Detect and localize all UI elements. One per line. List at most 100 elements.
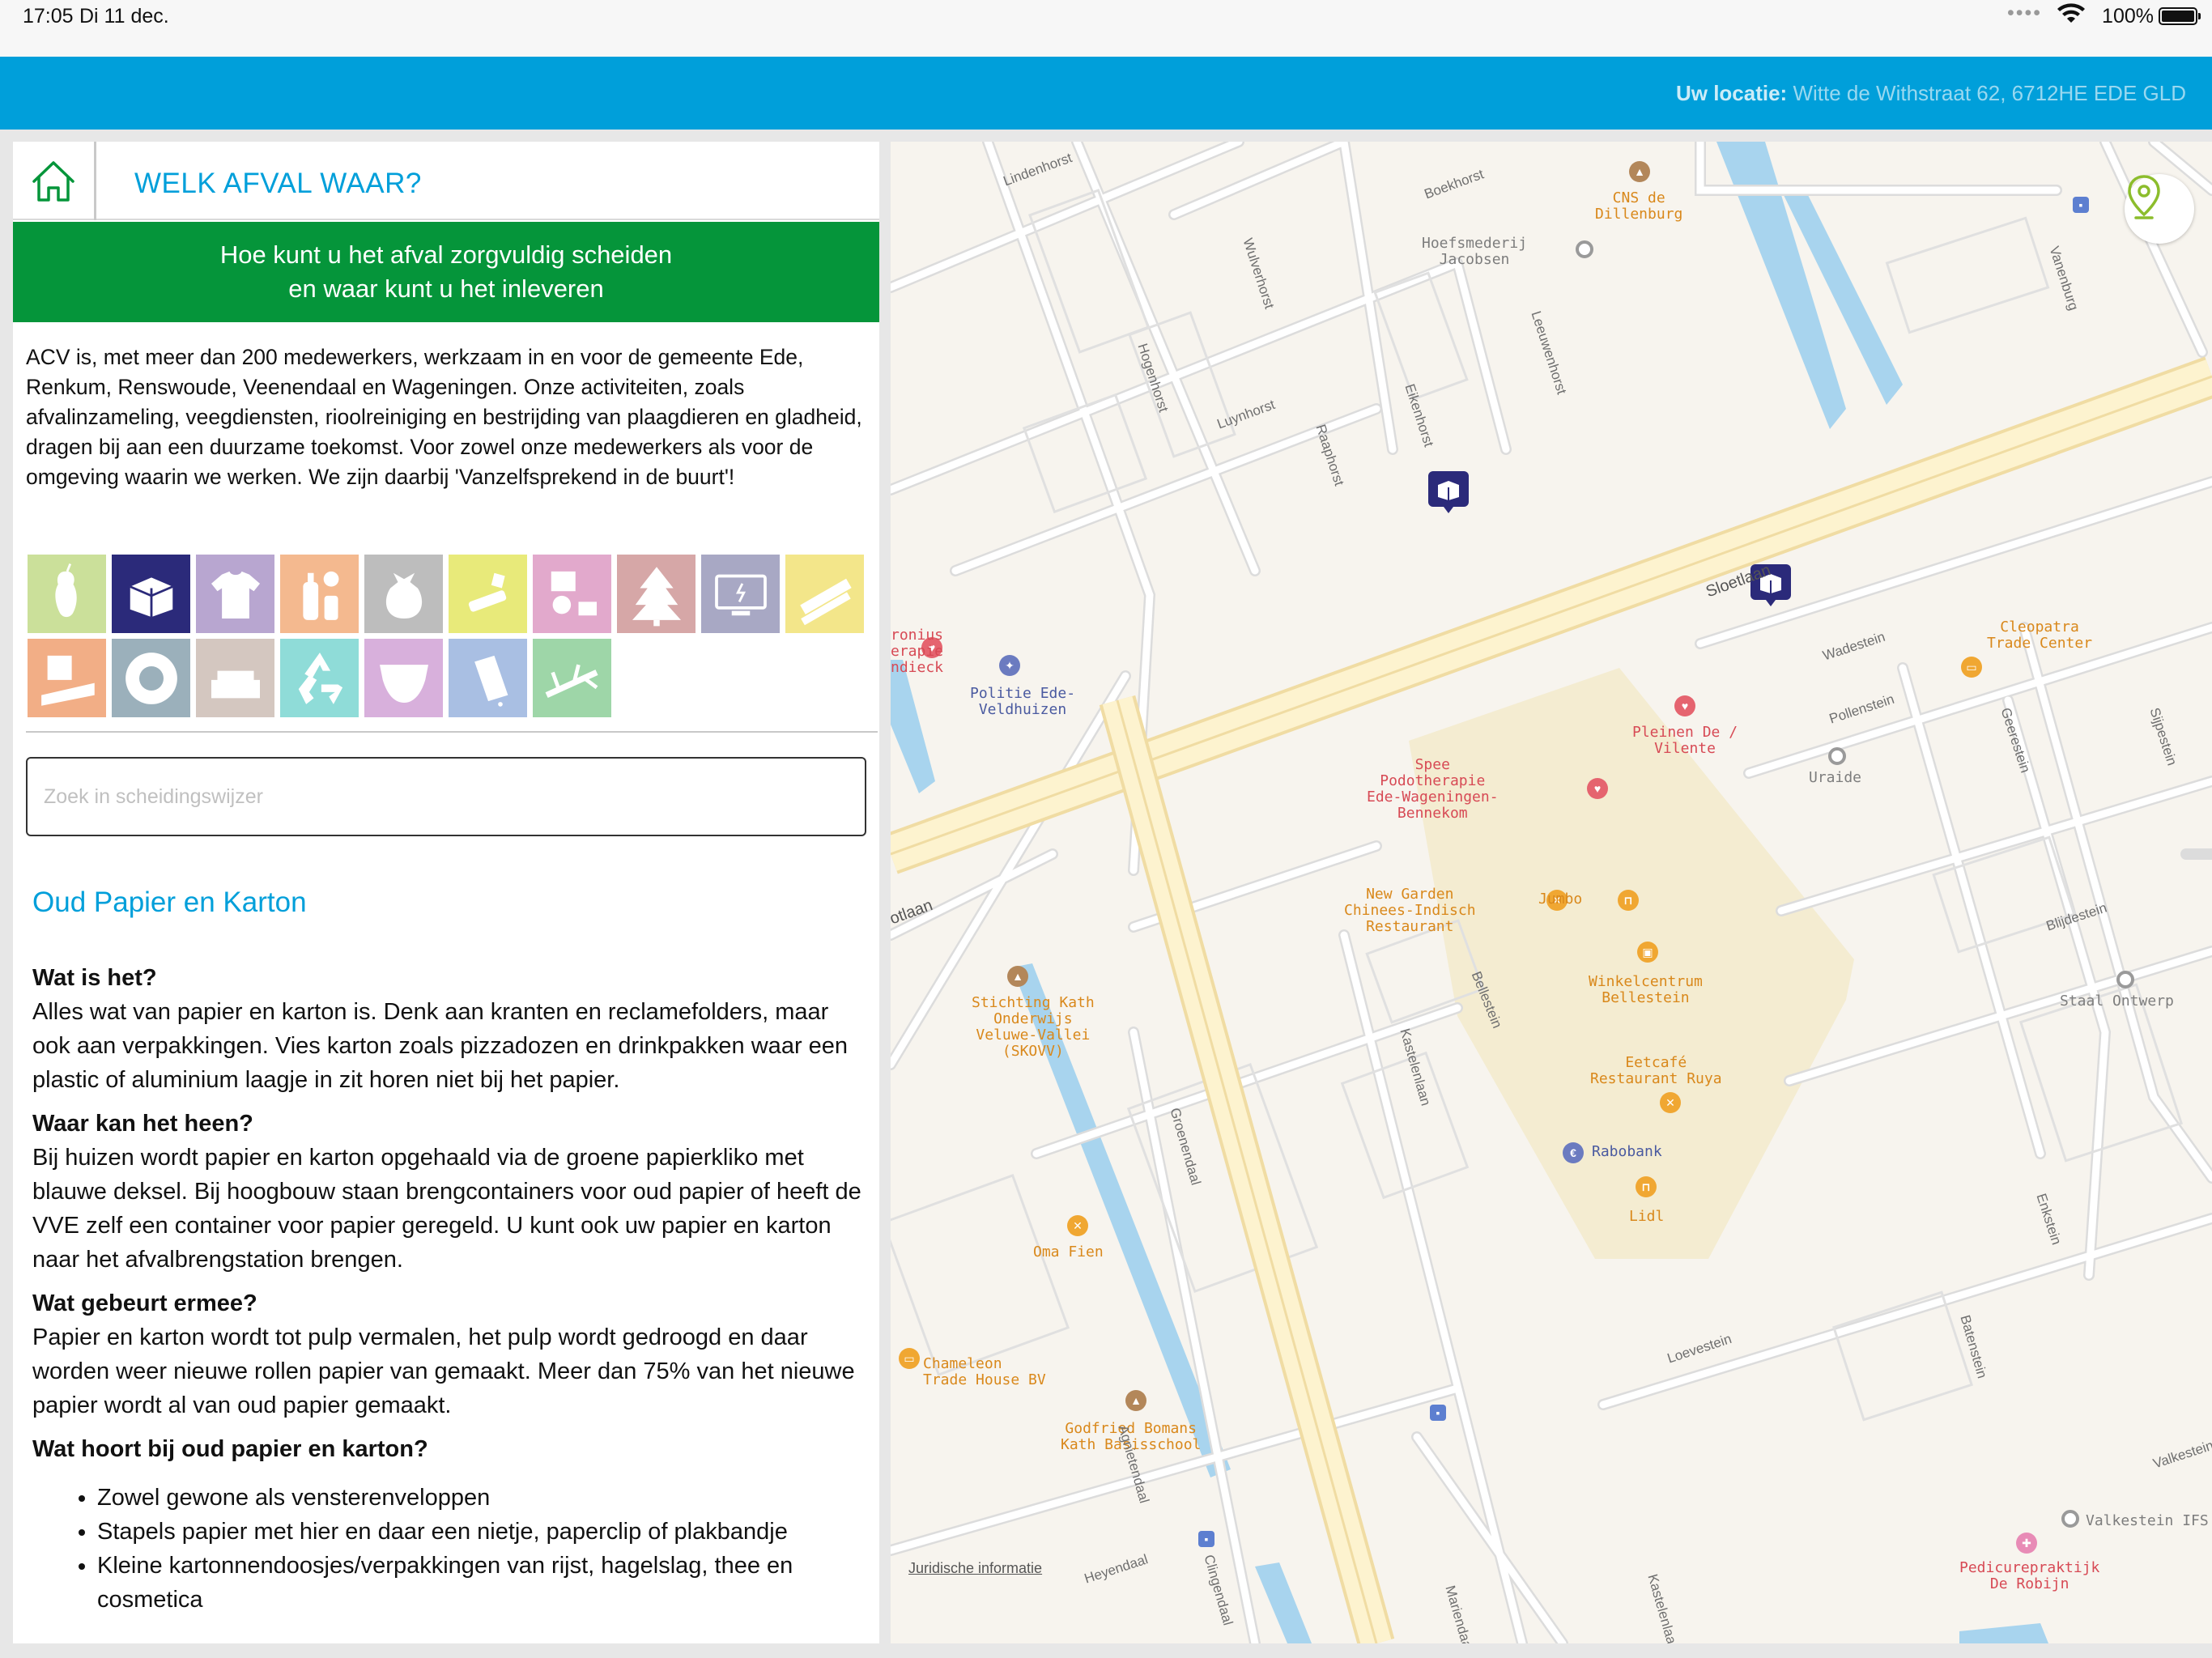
poi-label: Pedicurepraktijk De Robijn <box>1959 1559 2100 1592</box>
section-title: Oud Papier en Karton <box>32 886 307 918</box>
user-location[interactable]: Uw locatie: Witte de Withstraat 62, 6712… <box>1676 81 2186 106</box>
poi-label: Stichting Kath Onderwijs Veluwe-Vallei (SKO… <box>972 994 1095 1060</box>
poi-label: Politie Ede- Veldhuizen <box>970 685 1076 718</box>
category-tile[interactable] <box>449 555 527 633</box>
apple-core-icon <box>54 563 77 617</box>
poi-label: Winkelcentrum Bellestein <box>1589 973 1703 1006</box>
poi-label: Lidl <box>1629 1208 1665 1225</box>
poi-label: Pleinen De / Vilente <box>1632 724 1738 757</box>
category-tile[interactable] <box>112 555 190 633</box>
category-tile[interactable] <box>785 555 864 633</box>
category-tile[interactable] <box>364 555 443 633</box>
shopping-cart-icon[interactable]: ⊓ <box>1618 890 1639 911</box>
place-icon[interactable] <box>2116 971 2134 988</box>
section-content: Wat is het? Alles wat van papier en kart… <box>32 951 866 1617</box>
answer-process: Papier en karton wordt tot pulp vermalen… <box>32 1324 855 1418</box>
poi-label: Oma Fien <box>1033 1244 1104 1261</box>
category-tile[interactable] <box>533 639 611 717</box>
category-tile[interactable] <box>280 639 359 717</box>
category-tile[interactable] <box>617 555 696 633</box>
bus-stop-icon[interactable]: ▪ <box>1198 1531 1214 1547</box>
bus-stop-icon[interactable]: ▪ <box>1430 1405 1446 1421</box>
question-what: Wat is het? <box>32 965 157 991</box>
includes-list: Zowel gewone als vensterenveloppen Stape… <box>32 1481 866 1617</box>
police-icon[interactable]: ✦ <box>999 655 1020 676</box>
sofa-icon <box>211 670 260 698</box>
banner-line-1: Hoe kunt u het afval zorgvuldig scheiden <box>219 240 673 269</box>
category-tile[interactable] <box>701 555 780 633</box>
category-tile[interactable] <box>533 555 611 633</box>
question-includes: Wat hoort bij oud papier en karton? <box>32 1436 428 1462</box>
banner-line-2: en waar kunt u het inleveren <box>288 274 604 303</box>
battery-icon <box>2159 7 2201 25</box>
waste-guide-panel: WELK AFVAL WAAR? Hoe kunt u het afval zo… <box>13 142 879 1643</box>
trash-bag-icon <box>385 572 422 619</box>
status-time: 17:05 <box>23 5 74 28</box>
list-item: Kleine kartonnendoosjes/verpakkingen van… <box>97 1549 866 1617</box>
category-tile[interactable] <box>28 639 106 717</box>
recycle-icon <box>298 652 342 704</box>
category-tile[interactable] <box>280 555 359 633</box>
shop-icon[interactable]: ▭ <box>899 1348 920 1369</box>
category-tile[interactable] <box>112 639 190 717</box>
health-icon[interactable]: ♥ <box>1587 778 1608 799</box>
answer-what: Alles wat van papier en karton is. Denk … <box>32 999 849 1093</box>
status-bar: 17:05 Di 11 dec. •••• 100% <box>0 0 2212 57</box>
place-icon[interactable] <box>2061 1510 2079 1528</box>
question-where: Waar kan het heen? <box>32 1111 253 1137</box>
poi-label: Valkestein IFS <box>2086 1512 2209 1529</box>
school-icon[interactable]: ▲ <box>1125 1390 1146 1411</box>
locate-me-button[interactable] <box>2125 174 2194 244</box>
location-label: Uw locatie: <box>1675 81 1788 105</box>
category-tile[interactable] <box>364 639 443 717</box>
home-button[interactable] <box>13 142 96 220</box>
wifi-icon <box>2057 3 2085 23</box>
health-icon[interactable]: ♥ <box>1674 695 1695 716</box>
restaurant-icon[interactable]: ✕ <box>1067 1215 1088 1236</box>
poi-label: Jumbo <box>1538 891 1583 908</box>
poi-label: Spee Podotherapie Ede-Wageningen- Bennekom <box>1367 756 1499 822</box>
monitor-icon <box>714 574 767 615</box>
list-item: Stapels papier met hier en daar een niet… <box>97 1515 866 1549</box>
category-tile[interactable] <box>196 555 274 633</box>
shopping-center-icon[interactable]: ▣ <box>1637 942 1658 963</box>
diaper-icon <box>379 664 428 703</box>
shopping-cart-icon[interactable]: ⊓ <box>1636 1176 1657 1197</box>
page-title: WELK AFVAL WAAR? <box>134 168 422 199</box>
question-process: Wat gebeurt ermee? <box>32 1290 257 1316</box>
poi-label: CNS de Dillenburg <box>1595 189 1683 223</box>
search-input[interactable] <box>26 757 866 836</box>
place-icon[interactable] <box>1576 240 1593 258</box>
bank-icon[interactable]: € <box>1563 1142 1584 1163</box>
tshirt-icon <box>211 571 260 619</box>
chemical-waste-icon <box>468 572 506 612</box>
list-item: Zowel gewone als vensterenveloppen <box>97 1481 866 1515</box>
cardboard-box-icon <box>129 576 173 617</box>
map-view[interactable]: ▲ ✦ ♥ ▭ ♥ ♥ ✕ ⊓ ▣ ✕ € ⊓ ▲ ✕ ▭ ▲ ✚ ▪ ▪ ▪ … <box>891 142 2212 1643</box>
milk-carton-icon <box>474 655 508 707</box>
school-icon[interactable]: ▲ <box>1629 161 1650 182</box>
school-icon[interactable]: ▲ <box>1007 966 1028 987</box>
legal-link[interactable]: Juridische informatie <box>908 1560 1042 1577</box>
multitask-dots-icon: •••• <box>2006 2 2042 24</box>
tire-icon <box>125 652 177 704</box>
branches-icon <box>545 664 598 698</box>
paper-container-marker[interactable] <box>1428 471 1469 515</box>
poi-label: Chameleon Trade House BV <box>923 1355 1046 1388</box>
subtitle-banner: Hoe kunt u het afval zorgvuldig scheiden… <box>13 222 879 322</box>
poi-label: Rabobank <box>1592 1143 1662 1160</box>
restaurant-icon[interactable]: ✕ <box>1660 1092 1681 1113</box>
category-tile[interactable] <box>449 639 527 717</box>
pedicure-icon[interactable]: ✚ <box>2016 1533 2037 1554</box>
shop-icon[interactable]: ▭ <box>1961 657 1982 678</box>
building-rubble-icon <box>40 655 95 706</box>
category-tile[interactable] <box>28 555 106 633</box>
category-tile[interactable] <box>196 639 274 717</box>
place-icon[interactable] <box>1828 747 1846 765</box>
poi-label: Cleopatra Trade Center <box>1987 619 2093 652</box>
battery-percentage: 100% <box>2102 5 2154 28</box>
poi-label: Eetcafé Restaurant Ruya <box>1590 1054 1722 1087</box>
status-date: Di 11 dec. <box>79 5 169 28</box>
home-icon <box>32 160 74 202</box>
bus-stop-icon[interactable]: ▪ <box>2073 197 2089 213</box>
